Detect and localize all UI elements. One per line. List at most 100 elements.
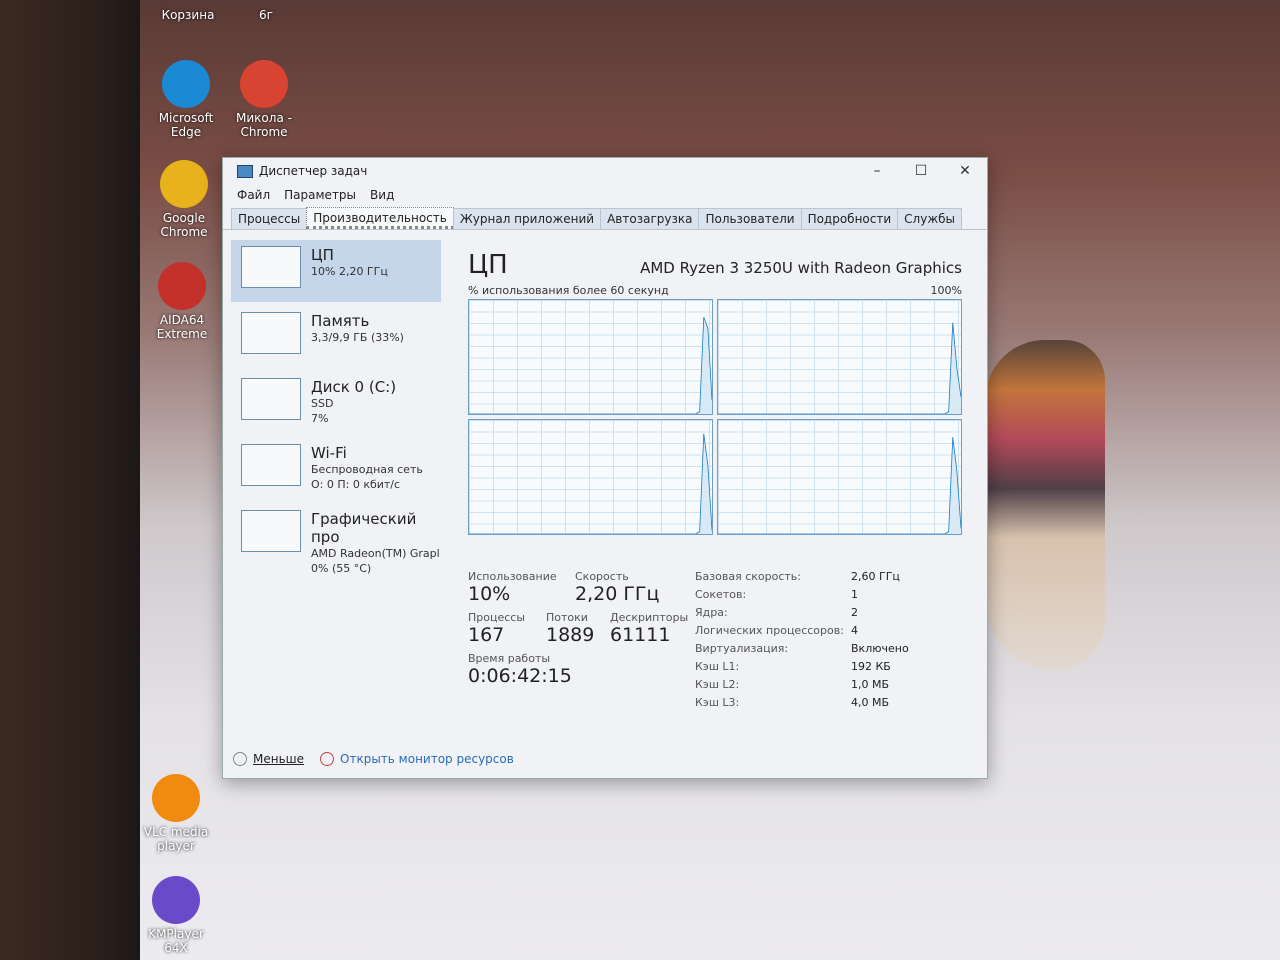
spec-row: Кэш L3: 4,0 МБ: [695, 696, 909, 714]
desktop-icon-label: Microsoft Edge: [158, 111, 214, 139]
desktop-icon[interactable]: VLC media player: [136, 774, 216, 853]
sidebar-item-detail: 3,3/9,9 ГБ (33%): [311, 331, 404, 344]
app-icon: [152, 774, 200, 822]
core-usage-area: [718, 437, 961, 534]
mini-graph: [241, 510, 301, 552]
spec-value: 1,0 МБ: [851, 678, 890, 691]
spec-value: 192 КБ: [851, 660, 891, 673]
app-icon: [158, 262, 206, 310]
core-usage-line: [718, 323, 961, 414]
maximize-button[interactable]: ☐: [899, 163, 943, 179]
sidebar-item-name: Wi-Fi: [311, 444, 347, 462]
desktop-icon-label: KMPlayer 64X: [148, 927, 204, 955]
graph-max: 100%: [930, 284, 962, 297]
cpu-specs: Базовая скорость: 2,60 ГГц Сокетов: 1 Ядра: 2…: [695, 570, 909, 714]
desktop-icon[interactable]: Microsoft Edge: [146, 60, 226, 139]
core-usage-line: [469, 317, 712, 414]
tab-bar: Процессы Производительность Журнал приложе…: [223, 206, 987, 230]
core-graph: [717, 299, 962, 415]
core-graph: [717, 419, 962, 535]
desktop-icon[interactable]: Корзина: [148, 8, 228, 22]
mini-graph: [241, 378, 301, 420]
menu-file[interactable]: Файл: [237, 188, 270, 202]
desktop-icon[interactable]: KMPlayer 64X: [136, 876, 216, 955]
sidebar-item[interactable]: Wi-Fi Беспроводная сеть О: 0 П: 0 кбит/с: [231, 438, 441, 500]
desktop-icon[interactable]: Микола - Chrome: [224, 60, 304, 139]
tab-3[interactable]: Автозагрузка: [600, 208, 700, 229]
sidebar-item-name: ЦП: [311, 246, 334, 264]
mini-graph: [241, 246, 301, 288]
tab-2[interactable]: Журнал приложений: [452, 208, 602, 229]
sidebar-item-name: Диск 0 (C:): [311, 378, 397, 396]
core-graphs: [468, 299, 962, 535]
resource-monitor-label: Открыть монитор ресурсов: [340, 751, 514, 766]
processes-value: 167: [468, 624, 505, 646]
threads-value: 1889: [546, 624, 595, 646]
cpu-panel: ЦП AMD Ryzen 3 3250U with Radeon Graphic…: [468, 250, 962, 535]
spec-row: Кэш L2: 1,0 МБ: [695, 678, 909, 696]
spec-key: Кэш L3:: [695, 696, 740, 709]
tab-4[interactable]: Пользователи: [698, 208, 802, 229]
desktop-icon-label: AIDA64 Extreme: [156, 313, 208, 341]
spec-key: Кэш L2:: [695, 678, 740, 691]
minimize-button[interactable]: –: [855, 163, 899, 179]
app-icon: [162, 60, 210, 108]
sidebar-item-detail-2: 7%: [311, 412, 329, 425]
usage-value: 10%: [468, 583, 511, 605]
menu-options[interactable]: Параметры: [284, 188, 356, 202]
spec-key: Базовая скорость:: [695, 570, 801, 583]
core-usage-line: [718, 437, 961, 534]
handles-label: Дескрипторы: [610, 611, 689, 624]
desktop-icon[interactable]: 6г: [226, 8, 306, 22]
task-manager-icon: [237, 164, 253, 178]
fewer-details-label: Меньше: [253, 751, 305, 766]
footer: Меньше Открыть монитор ресурсов: [233, 751, 514, 766]
sidebar-item[interactable]: Диск 0 (C:) SSD 7%: [231, 372, 441, 434]
menu-bar: Файл Параметры Вид: [223, 184, 987, 206]
core-usage-area: [469, 433, 712, 534]
desktop-icon-label: 6г: [259, 8, 273, 22]
speed-value: 2,20 ГГц: [575, 583, 660, 605]
spec-row: Виртуализация: Включено: [695, 642, 909, 660]
app-icon: [240, 60, 288, 108]
graph-label: % использования более 60 секунд: [468, 284, 669, 297]
sidebar-item-detail: AMD Radeon(TM) Grapl: [311, 547, 440, 560]
tab-1[interactable]: Производительность: [306, 207, 454, 229]
sidebar-item[interactable]: Память 3,3/9,9 ГБ (33%): [231, 306, 441, 368]
sidebar-item[interactable]: Графический про AMD Radeon(TM) Grapl 0% (5…: [231, 504, 441, 575]
sidebar-item-detail: Беспроводная сеть: [311, 463, 423, 476]
open-resource-monitor-link[interactable]: Открыть монитор ресурсов: [320, 751, 514, 766]
mini-graph: [241, 312, 301, 354]
spec-key: Ядра:: [695, 606, 728, 619]
window-title: Диспетчер задач: [259, 164, 368, 178]
tab-6[interactable]: Службы: [897, 208, 963, 229]
spec-value: 2: [851, 606, 858, 619]
desktop-icon[interactable]: Google Chrome: [144, 160, 224, 239]
spec-key: Логических процессоров:: [695, 624, 844, 637]
task-manager-window: Диспетчер задач – ☐ ✕ Файл Параметры Вид…: [222, 157, 988, 779]
core-usage-area: [469, 317, 712, 414]
menu-view[interactable]: Вид: [370, 188, 394, 202]
title-bar: Диспетчер задач – ☐ ✕: [223, 158, 987, 184]
spec-value: Включено: [851, 642, 909, 655]
core-usage-line: [469, 434, 712, 534]
close-button[interactable]: ✕: [943, 163, 987, 179]
spec-row: Ядра: 2: [695, 606, 909, 624]
processes-label: Процессы: [468, 611, 526, 624]
app-icon: [160, 160, 208, 208]
desktop-icon-label: Корзина: [161, 8, 215, 22]
sidebar-item[interactable]: ЦП 10% 2,20 ГГц: [231, 240, 441, 302]
tab-5[interactable]: Подробности: [800, 208, 899, 229]
desktop-icon[interactable]: AIDA64 Extreme: [142, 262, 222, 341]
performance-sidebar: ЦП 10% 2,20 ГГц Память 3,3/9,9 ГБ (33%) Диск…: [231, 240, 441, 575]
mini-graph: [241, 444, 301, 486]
fewer-details-button[interactable]: Меньше: [233, 751, 305, 766]
chevron-up-icon: [233, 752, 247, 766]
cpu-stats: Использование 10% Скорость 2,20 ГГц Процес…: [468, 570, 708, 693]
app-icon: [152, 876, 200, 924]
spec-key: Сокетов:: [695, 588, 747, 601]
spec-row: Логических процессоров: 4: [695, 624, 909, 642]
spec-row: Кэш L1: 192 КБ: [695, 660, 909, 678]
spec-value: 4: [851, 624, 858, 637]
tab-0[interactable]: Процессы: [231, 208, 308, 229]
